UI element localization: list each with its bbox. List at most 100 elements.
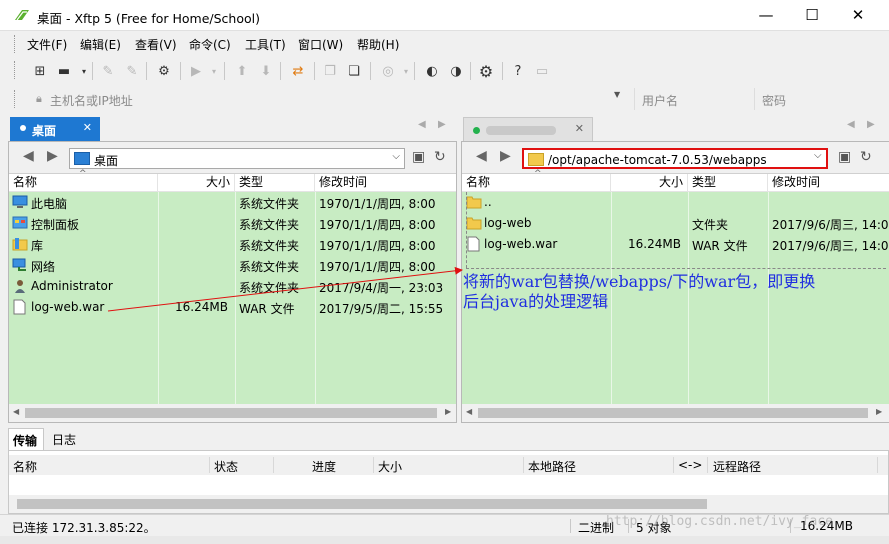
col-status[interactable]: 状态 — [214, 458, 238, 475]
menu-help[interactable]: 帮助(H) — [357, 36, 399, 53]
local-horizontal-scrollbar[interactable]: ◀ ▶ — [9, 404, 456, 422]
list-item[interactable]: .. — [462, 192, 889, 213]
col-name[interactable]: 名称 — [13, 458, 37, 475]
col-size[interactable]: 大小 — [611, 174, 688, 192]
disconnect-icon[interactable]: ✎ — [122, 61, 142, 81]
download-icon[interactable]: ⬇ — [256, 61, 276, 81]
menu-command[interactable]: 命令(C) — [189, 36, 231, 53]
settings-gear-icon[interactable]: ⚙ — [476, 61, 496, 81]
tab-scroll-right-icon[interactable]: ▶ — [438, 119, 446, 130]
copy-icon[interactable]: ❐ — [320, 61, 340, 81]
xshell-icon[interactable]: ◐ — [422, 61, 442, 81]
menu-grip — [14, 35, 17, 53]
col-modified[interactable]: 修改时间 — [315, 174, 458, 192]
host-input[interactable]: 🔒︎ 主机名或IP地址 — [28, 88, 631, 110]
tab-close-icon[interactable]: ✕ — [83, 121, 92, 134]
local-column-header: ^ 名称 大小 类型 修改时间 — [9, 169, 458, 192]
minimize-button[interactable]: — — [743, 0, 789, 31]
maximize-button[interactable]: ☐ — [789, 0, 835, 31]
remote-horizontal-scrollbar[interactable]: ◀ ▶ — [462, 404, 889, 422]
list-item[interactable]: 网络 系统文件夹 1970/1/1/周四, 8:00 — [9, 255, 456, 276]
list-item[interactable]: log-web 文件夹 2017/9/6/周三, 14:0 — [462, 213, 889, 234]
col-name[interactable]: 名称 — [9, 174, 158, 192]
scroll-right-icon[interactable]: ▶ — [445, 407, 451, 416]
remote-path-combobox[interactable]: /opt/apache-tomcat-7.0.53/webapps — [522, 148, 828, 169]
tab-close-icon[interactable]: ✕ — [575, 122, 584, 135]
new-session-icon[interactable]: ⊞ — [30, 61, 50, 81]
col-size[interactable]: 大小 — [378, 458, 402, 475]
tab-remote-session[interactable]: ✕ — [463, 117, 593, 141]
menu-file[interactable]: 文件(F) — [27, 36, 67, 53]
refresh-icon[interactable]: ↻ — [434, 149, 446, 165]
scroll-right-icon[interactable]: ▶ — [876, 407, 882, 416]
scroll-thumb[interactable] — [25, 408, 437, 418]
tab-scroll-left-icon[interactable]: ◀ — [418, 119, 426, 130]
menu-edit[interactable]: 编辑(E) — [80, 36, 121, 53]
tab-log[interactable]: 日志 — [52, 431, 76, 448]
connected-dot-icon — [473, 127, 480, 134]
col-modified[interactable]: 修改时间 — [768, 174, 889, 192]
tab-scroll-right-icon[interactable]: ▶ — [867, 119, 875, 130]
chat-icon[interactable]: ▭ — [532, 61, 552, 81]
list-item[interactable]: Administrator 系统文件夹 2017/9/4/周一, 23:03 — [9, 276, 456, 297]
forward-arrow-icon[interactable]: ▶ — [500, 148, 511, 164]
host-dropdown-icon[interactable]: ▼ — [614, 90, 620, 99]
menu-window[interactable]: 窗口(W) — [298, 36, 343, 53]
annotation-text: 将新的war包替换/webapps/下的war包，即更换 后台java的处理逻辑 — [463, 272, 883, 312]
password-placeholder: 密码 — [762, 94, 787, 108]
scroll-left-icon[interactable]: ◀ — [13, 407, 19, 416]
list-item[interactable]: 控制面板 系统文件夹 1970/1/1/周四, 8:00 — [9, 213, 456, 234]
parent-folder-icon[interactable]: ▣ — [838, 149, 851, 165]
col-type[interactable]: 类型 — [688, 174, 768, 192]
close-button[interactable]: ✕ — [835, 0, 881, 31]
sync-icon[interactable]: ⇄ — [288, 61, 308, 81]
col-local-path[interactable]: 本地路径 — [528, 458, 576, 475]
list-item[interactable]: log-web.war 16.24MB WAR 文件 2017/9/6/周三, … — [462, 234, 889, 255]
col-remote-path[interactable]: 远程路径 — [713, 458, 761, 475]
parent-folder-icon[interactable]: ▣ — [412, 149, 425, 165]
globe-icon[interactable]: ◎ — [378, 61, 398, 81]
back-arrow-icon[interactable]: ◀ — [23, 148, 34, 164]
scroll-left-icon[interactable]: ◀ — [466, 407, 472, 416]
col-direction[interactable]: <-> — [678, 458, 702, 472]
properties-icon[interactable]: ⚙ — [154, 61, 174, 81]
scroll-thumb[interactable] — [478, 408, 868, 418]
tab-transfer[interactable]: 传输 — [8, 428, 44, 450]
open-folder-icon[interactable]: ▬ — [54, 61, 74, 81]
file-icon — [467, 236, 480, 252]
connect-icon[interactable]: ✎ — [98, 61, 118, 81]
list-item[interactable]: 库 系统文件夹 1970/1/1/周四, 8:00 — [9, 234, 456, 255]
local-nav-row: ◀ ▶ 桌面 ⌵ ▣ ↻ — [9, 142, 456, 174]
col-size[interactable]: 大小 — [158, 174, 235, 192]
username-input[interactable]: 用户名 — [634, 88, 752, 110]
refresh-icon[interactable]: ↻ — [860, 149, 872, 165]
chevron-down-icon[interactable]: ⌵ — [392, 151, 400, 162]
menu-tools[interactable]: 工具(T) — [245, 36, 286, 53]
col-progress[interactable]: 进度 — [312, 458, 336, 475]
upload-icon[interactable]: ⬆ — [232, 61, 252, 81]
col-name[interactable]: 名称 — [462, 174, 611, 192]
password-input[interactable]: 密码 — [754, 88, 872, 110]
list-item[interactable]: log-web.war 16.24MB WAR 文件 2017/9/5/周二, … — [9, 297, 456, 318]
control-panel-icon — [12, 216, 28, 229]
help-icon[interactable]: ? — [508, 61, 528, 81]
encoding-dropdown-icon[interactable]: ▾ — [396, 61, 416, 81]
transfer-dropdown-icon[interactable]: ▾ — [204, 61, 224, 81]
annotation-line-2: 后台java的处理逻辑 — [463, 292, 609, 311]
scroll-thumb[interactable] — [17, 499, 707, 509]
back-arrow-icon[interactable]: ◀ — [476, 148, 487, 164]
xshell-new-icon[interactable]: ◑ — [446, 61, 466, 81]
tab-scroll-left-icon[interactable]: ◀ — [847, 119, 855, 130]
menu-view[interactable]: 查看(V) — [135, 36, 177, 53]
transfer-icon[interactable]: ▶ — [186, 61, 206, 81]
chevron-down-icon[interactable]: ⌵ — [814, 150, 822, 161]
tab-local-desktop[interactable]: 桌面 ✕ — [10, 117, 100, 141]
forward-arrow-icon[interactable]: ▶ — [47, 148, 58, 164]
list-item[interactable]: 此电脑 系统文件夹 1970/1/1/周四, 8:00 — [9, 192, 456, 213]
local-path-combobox[interactable]: 桌面 ⌵ — [69, 148, 405, 169]
open-dropdown-icon[interactable]: ▾ — [74, 61, 94, 81]
col-type[interactable]: 类型 — [235, 174, 315, 192]
transfer-horizontal-scrollbar[interactable] — [9, 495, 888, 513]
paste-icon[interactable]: ❏ — [344, 61, 364, 81]
local-tab-strip: 桌面 ✕ ◀ ▶ — [8, 113, 457, 141]
